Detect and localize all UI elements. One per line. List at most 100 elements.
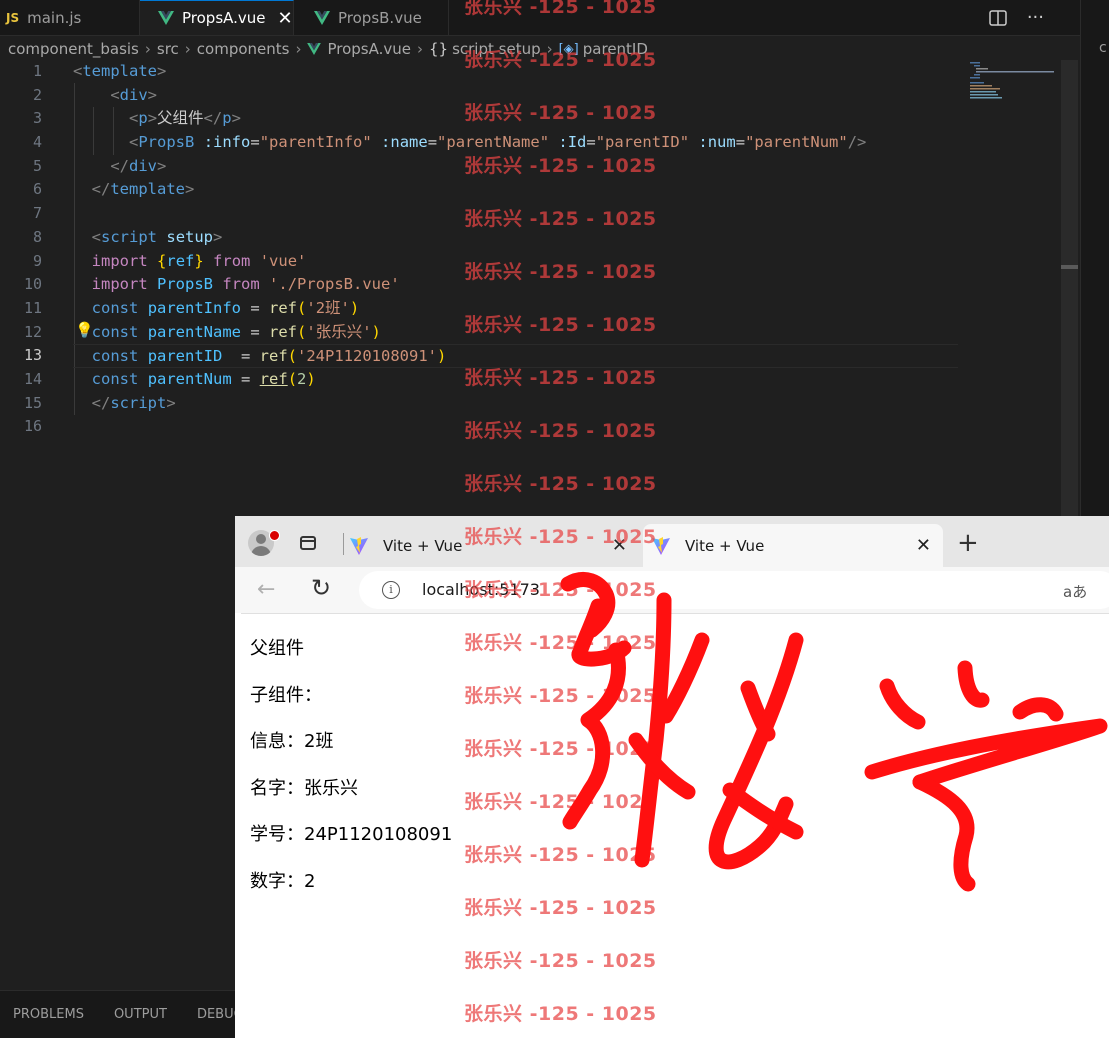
line-number: 7 bbox=[32, 204, 42, 223]
token: "parentName" bbox=[437, 133, 550, 152]
token: div bbox=[119, 85, 148, 104]
token: '24P1120108091' bbox=[297, 347, 437, 366]
tab-actions-icon[interactable] bbox=[300, 536, 316, 550]
token: < bbox=[129, 133, 139, 152]
line-number: 9 bbox=[32, 251, 42, 270]
token: parentID bbox=[147, 347, 223, 366]
page-content: 父组件 子组件： 信息：2班 名字：张乐兴 学号：24P1120108091 数… bbox=[241, 613, 1109, 1038]
token: ref bbox=[269, 298, 298, 317]
minimap[interactable] bbox=[966, 60, 1056, 100]
token: from bbox=[222, 275, 260, 294]
code-line: <script setup> bbox=[73, 226, 958, 250]
breadcrumb-item[interactable]: components bbox=[197, 40, 290, 58]
breadcrumb-item[interactable]: PropsA.vue bbox=[327, 40, 411, 58]
token: './PropsB.vue' bbox=[269, 275, 400, 294]
watermark-text: 张乐兴 -125 - 1025 bbox=[464, 473, 657, 495]
line-number: 12 bbox=[23, 322, 42, 341]
code-line: <div> bbox=[73, 84, 958, 108]
token: = bbox=[231, 369, 260, 388]
tab-output[interactable]: OUTPUT bbox=[114, 1007, 167, 1022]
token: </ bbox=[91, 393, 111, 412]
token: ref bbox=[269, 322, 298, 341]
browser-tab-strip: Vite + Vue ✕ Vite + Vue ✕ + bbox=[235, 516, 1109, 567]
token: '张乐兴' bbox=[306, 322, 372, 341]
token: ( bbox=[297, 322, 307, 341]
token: = bbox=[241, 298, 270, 317]
panel-tab-bar: PROBLEMS OUTPUT DEBUG CONSOLE bbox=[0, 990, 235, 1038]
vite-favicon-icon bbox=[652, 536, 670, 555]
token: > bbox=[147, 85, 158, 104]
line-number: 4 bbox=[32, 133, 42, 152]
secondary-editor-text: c bbox=[1099, 40, 1107, 56]
token: p bbox=[222, 109, 232, 128]
token: </ bbox=[110, 156, 129, 175]
token: } bbox=[194, 251, 204, 270]
token: < bbox=[129, 109, 139, 128]
tab-propsa-vue[interactable]: PropsA.vue ✕ bbox=[140, 0, 294, 35]
token: from bbox=[213, 251, 251, 270]
breadcrumb-item[interactable]: component_basis bbox=[8, 40, 139, 58]
browser-tab-active[interactable]: Vite + Vue ✕ bbox=[643, 524, 943, 567]
token: 2 bbox=[297, 369, 307, 388]
token: </ bbox=[203, 109, 223, 128]
line-number: 10 bbox=[23, 275, 42, 294]
token: = bbox=[586, 133, 596, 152]
code-line: </template> bbox=[73, 178, 958, 202]
token: script bbox=[101, 227, 158, 246]
code-line: <p>父组件</p> bbox=[73, 107, 958, 131]
token: < bbox=[91, 227, 102, 246]
close-icon[interactable]: ✕ bbox=[916, 535, 931, 556]
close-icon[interactable]: ✕ bbox=[278, 8, 293, 29]
token: </ bbox=[91, 180, 111, 199]
line-number: 3 bbox=[32, 109, 42, 128]
token: < bbox=[73, 62, 83, 80]
code-editor[interactable]: <template> <div> <p>父组件</p> <PropsB :inf… bbox=[73, 60, 958, 439]
chevron-right-icon: › bbox=[416, 40, 423, 58]
variable-icon: [◈] bbox=[558, 41, 579, 57]
token: import bbox=[91, 251, 148, 270]
tab-main-js[interactable]: JS main.js bbox=[0, 0, 140, 35]
token: "parentID" bbox=[595, 133, 690, 152]
line-number-gutter: 1 2 3 4 5 6 7 8 9 10 11 12 13 14 15 16 bbox=[0, 60, 60, 439]
browser-toolbar: ← ↻ i localhost:5173 aあ bbox=[235, 567, 1109, 613]
token: > bbox=[147, 109, 158, 128]
chevron-right-icon: › bbox=[184, 40, 191, 58]
split-editor-icon[interactable] bbox=[989, 9, 1007, 26]
reload-icon[interactable]: ↻ bbox=[311, 574, 331, 602]
breadcrumb-item[interactable]: src bbox=[157, 40, 179, 58]
more-actions-icon[interactable]: ··· bbox=[1027, 7, 1044, 28]
token: ref bbox=[259, 347, 288, 366]
editor-scrollbar[interactable] bbox=[1061, 60, 1078, 516]
close-icon[interactable]: ✕ bbox=[612, 535, 627, 556]
token: < bbox=[110, 85, 120, 104]
token: > bbox=[185, 180, 195, 199]
breadcrumb-item[interactable]: script setup bbox=[452, 40, 541, 58]
line-number: 5 bbox=[32, 156, 42, 175]
browser-tab[interactable]: Vite + Vue ✕ bbox=[349, 524, 639, 567]
scrollbar-thumb[interactable] bbox=[1061, 265, 1078, 269]
back-arrow-icon[interactable]: ← bbox=[257, 577, 275, 602]
tab-problems[interactable]: PROBLEMS bbox=[13, 1007, 84, 1022]
code-line: </div> bbox=[73, 155, 958, 179]
tab-label: main.js bbox=[27, 8, 82, 27]
breadcrumb-item[interactable]: parentID bbox=[583, 40, 648, 58]
line-number: 2 bbox=[32, 85, 42, 104]
token: import bbox=[91, 275, 148, 294]
new-tab-button[interactable]: + bbox=[957, 530, 979, 556]
token: setup bbox=[166, 227, 214, 246]
editor-actions: ··· bbox=[989, 0, 1044, 35]
token: = bbox=[250, 133, 260, 152]
token: ) bbox=[371, 322, 381, 341]
tab-propsb-vue[interactable]: PropsB.vue bbox=[294, 0, 449, 35]
info-icon[interactable]: i bbox=[382, 581, 400, 599]
token: = bbox=[735, 133, 746, 152]
line-number: 16 bbox=[23, 417, 42, 436]
token: p bbox=[138, 109, 148, 128]
token: ) bbox=[437, 347, 447, 366]
translate-icon[interactable]: aあ bbox=[1063, 581, 1087, 602]
name-line: 名字：张乐兴 bbox=[250, 778, 358, 799]
tab-debug-console[interactable]: DEBUG CONSOLE bbox=[197, 1007, 235, 1022]
code-line: <PropsB :info="parentInfo" :name="parent… bbox=[73, 131, 958, 155]
address-bar[interactable]: i localhost:5173 aあ bbox=[359, 571, 1109, 609]
notification-dot bbox=[269, 530, 280, 541]
